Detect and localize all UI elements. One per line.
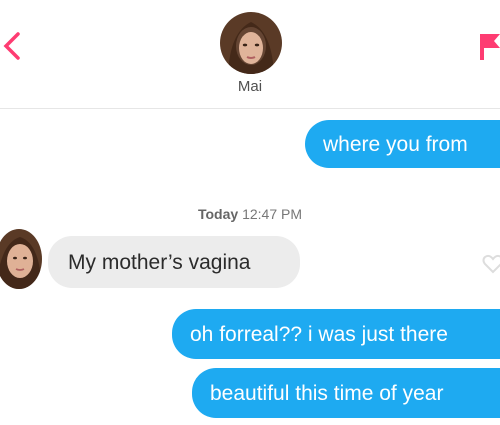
- sender-avatar[interactable]: [0, 229, 42, 289]
- chat-header: Mai: [0, 0, 500, 108]
- contact-avatar[interactable]: [220, 12, 282, 74]
- back-x-icon[interactable]: [0, 28, 26, 60]
- message-bubble-sent[interactable]: where you from: [305, 120, 500, 168]
- contact-name[interactable]: Mai: [0, 78, 500, 95]
- timestamp-day: Today: [197, 206, 239, 222]
- avatar-photo: [220, 12, 282, 74]
- message-bubble-sent[interactable]: beautiful this time of year: [192, 368, 500, 418]
- sender-avatar-photo: [0, 229, 42, 289]
- timestamp-time: 12:47 PM: [242, 206, 303, 222]
- message-timestamp: Today 12:47 PM: [0, 206, 500, 222]
- like-heart-icon[interactable]: [482, 253, 500, 275]
- message-bubble-sent[interactable]: oh forreal?? i was just there: [172, 309, 500, 359]
- message-text: My mother’s vagina: [68, 250, 251, 274]
- flag-icon[interactable]: [478, 30, 500, 60]
- message-text: where you from: [323, 132, 468, 156]
- message-text: oh forreal?? i was just there: [190, 322, 448, 346]
- message-bubble-received[interactable]: My mother’s vagina: [48, 236, 300, 288]
- message-text: beautiful this time of year: [210, 381, 444, 405]
- header-divider: [0, 108, 500, 109]
